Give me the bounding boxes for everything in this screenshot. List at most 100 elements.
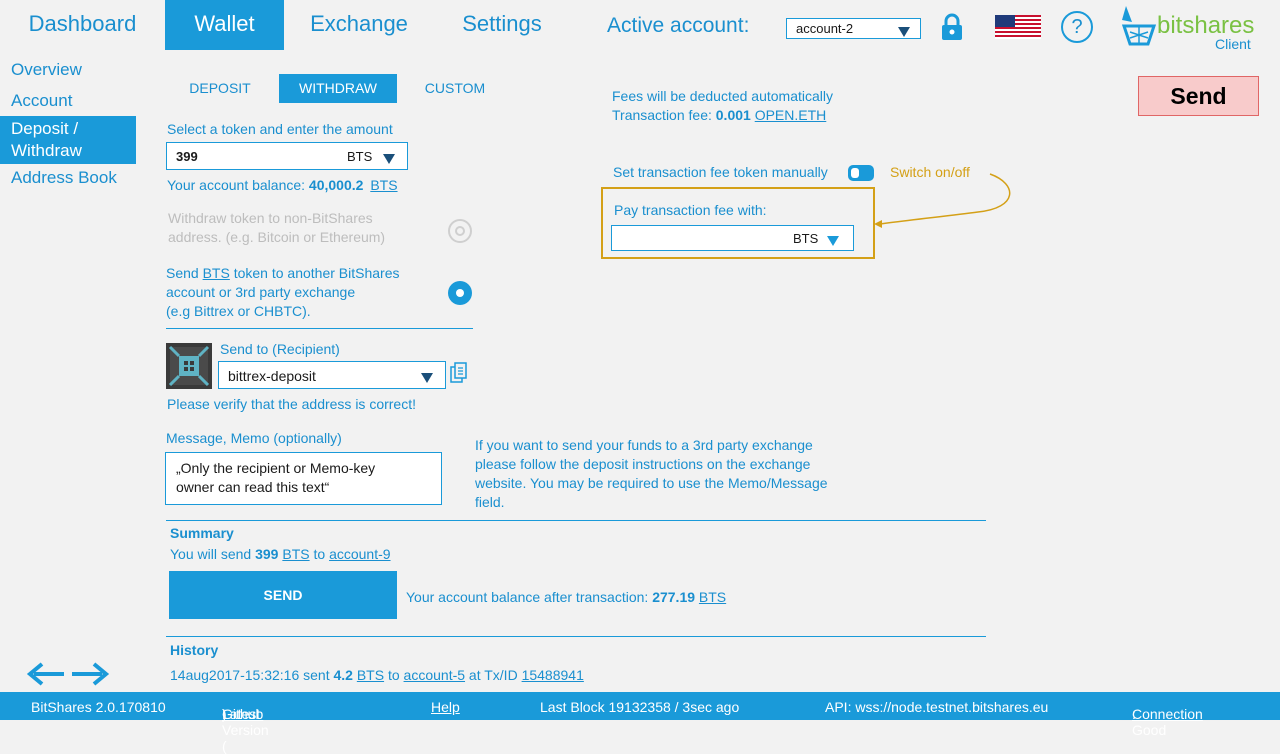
amount-input[interactable]: 399 BTS xyxy=(166,142,408,170)
account-select[interactable]: account-2 xyxy=(786,18,921,39)
send-button-top[interactable]: Send xyxy=(1138,76,1259,116)
summary-prefix: You will send xyxy=(170,546,252,562)
fee-token-select[interactable]: BTS xyxy=(611,225,854,251)
history-at: at Tx/ID xyxy=(468,667,518,683)
after-balance-label: Your account balance after transaction: xyxy=(406,589,649,605)
arrow-right-icon[interactable] xyxy=(70,660,110,688)
tab-withdraw[interactable]: WITHDRAW xyxy=(279,74,397,103)
tab-deposit[interactable]: DEPOSIT xyxy=(165,74,275,103)
option-non-bitshares-line1: Withdraw token to non-BitShares xyxy=(168,210,373,226)
pay-fee-label: Pay transaction fee with: xyxy=(614,202,767,218)
token-label: Select a token and enter the amount xyxy=(167,121,393,137)
history-date: 14aug2017-15:32:16 xyxy=(170,667,300,683)
option-bitshares-prefix: Send xyxy=(166,265,199,281)
summary-amount: 399 xyxy=(255,546,279,562)
logo-subtext: Client xyxy=(1215,36,1251,52)
balance-value: 40,000.2 xyxy=(308,177,364,193)
exchange-note-line2: please follow the deposit instructions o… xyxy=(475,456,811,472)
tab-wallet[interactable]: Wallet xyxy=(165,0,284,50)
recipient-select[interactable]: bittrex-deposit xyxy=(218,361,446,389)
footer-api: API: wss://node.testnet.bitshares.eu xyxy=(825,699,1049,715)
history-sent: sent xyxy=(303,667,330,683)
after-balance: Your account balance after transaction: … xyxy=(406,589,726,605)
annotation-arrow xyxy=(874,173,1011,228)
lock-icon[interactable] xyxy=(941,13,963,41)
radio-non-bitshares[interactable] xyxy=(448,219,472,243)
tab-dashboard[interactable]: Dashboard xyxy=(0,0,165,50)
copy-icon[interactable] xyxy=(450,362,468,384)
balance-line: Your account balance: 40,000.2 BTS xyxy=(167,177,398,193)
tab-custom[interactable]: CUSTOM xyxy=(401,74,509,103)
summary-recipient-link[interactable]: account-9 xyxy=(329,546,390,562)
fee-value: 0.001 xyxy=(715,107,751,123)
exchange-note-line4: field. xyxy=(475,494,505,510)
history-txid-link[interactable]: 15488941 xyxy=(522,667,584,683)
footer-last-block: Last Block 19132358 / 3sec ago xyxy=(540,699,740,715)
option-bitshares-line1: token to another BitShares xyxy=(233,265,400,281)
history-amount: 4.2 xyxy=(333,667,353,683)
history-row: 14aug2017-15:32:16 sent 4.2 BTS to accou… xyxy=(170,667,584,683)
fee-info: Fees will be deducted automatically Tran… xyxy=(612,87,833,125)
account-select-value: account-2 xyxy=(796,21,854,36)
bitshares-logo-icon xyxy=(1118,4,1158,50)
exchange-note-line1: If you want to send your funds to a 3rd … xyxy=(475,437,813,453)
summary-line: You will send 399 BTS to account-9 xyxy=(170,546,391,562)
active-account-label: Active account: xyxy=(607,14,750,37)
memo-line2: owner can read this text“ xyxy=(176,479,330,495)
divider xyxy=(166,636,986,637)
chevron-down-icon[interactable] xyxy=(383,151,395,169)
sidebar-item-address-book[interactable]: Address Book xyxy=(0,168,136,188)
divider xyxy=(166,520,986,521)
verify-note: Please verify that the address is correc… xyxy=(167,396,416,412)
sidebar-item-deposit-withdraw[interactable]: Deposit / Withdraw xyxy=(0,116,136,164)
radio-bitshares-selected[interactable] xyxy=(448,281,472,305)
summary-symbol-link[interactable]: BTS xyxy=(282,546,309,562)
option-bitshares-line2: account or 3rd party exchange xyxy=(166,284,356,300)
status-bar: BitShares 2.0.170810 Latest Version (Git… xyxy=(0,692,1280,754)
send-button[interactable]: SEND xyxy=(169,571,397,619)
sidebar-item-account[interactable]: Account xyxy=(0,91,136,111)
recipient-label: Send to (Recipient) xyxy=(220,341,340,357)
us-flag-icon[interactable] xyxy=(995,15,1041,39)
fee-token-value: BTS xyxy=(793,231,819,246)
history-title: History xyxy=(170,642,219,658)
chevron-down-icon xyxy=(898,24,910,42)
balance-label: Your account balance: xyxy=(167,177,306,193)
fee-label: Transaction fee: xyxy=(612,107,712,123)
footer-version: BitShares 2.0.170810 xyxy=(31,699,166,715)
sidebar-item-overview[interactable]: Overview xyxy=(0,60,136,80)
exchange-note: If you want to send your funds to a 3rd … xyxy=(475,436,828,512)
exchange-note-line3: website. You may be required to use the … xyxy=(475,475,828,491)
history-account-link[interactable]: account-5 xyxy=(404,667,465,683)
arrow-left-icon[interactable] xyxy=(26,660,66,688)
memo-textarea[interactable]: „Only the recipient or Memo-key owner ca… xyxy=(165,452,442,505)
history-symbol-link[interactable]: BTS xyxy=(357,667,384,683)
option-bitshares-line3: (e.g Bittrex or CHBTC). xyxy=(166,303,311,319)
summary-to: to xyxy=(313,546,326,562)
chevron-down-icon xyxy=(827,233,839,251)
after-balance-symbol-link[interactable]: BTS xyxy=(699,589,726,605)
recipient-value: bittrex-deposit xyxy=(228,368,316,384)
footer-help-link[interactable]: Help xyxy=(431,699,460,715)
balance-symbol-link[interactable]: BTS xyxy=(370,177,397,193)
option-bitshares-token-link[interactable]: BTS xyxy=(203,265,230,281)
history-to: to xyxy=(387,667,400,683)
memo-line1: „Only the recipient or Memo-key xyxy=(176,460,376,476)
option-non-bitshares: Withdraw token to non-BitShares address.… xyxy=(168,209,385,247)
help-icon[interactable]: ? xyxy=(1061,11,1093,43)
summary-title: Summary xyxy=(170,525,234,541)
token-symbol: BTS xyxy=(347,149,373,164)
fee-token-link[interactable]: OPEN.ETH xyxy=(755,107,827,123)
tab-settings[interactable]: Settings xyxy=(437,0,567,50)
divider xyxy=(166,328,473,329)
option-non-bitshares-line2: address. (e.g. Bitcoin or Ethereum) xyxy=(168,229,386,245)
fee-manual-label: Set transaction fee token manually xyxy=(613,164,828,180)
fee-auto-note: Fees will be deducted automatically xyxy=(612,88,834,104)
identicon xyxy=(166,343,212,389)
amount-value: 399 xyxy=(176,149,198,164)
tab-exchange[interactable]: Exchange xyxy=(289,0,429,50)
after-balance-value: 277.19 xyxy=(652,589,696,605)
footer-connection-value: : Good xyxy=(1132,706,1167,738)
chevron-down-icon xyxy=(421,370,433,388)
option-bitshares: Send BTS token to another BitShares acco… xyxy=(166,264,400,321)
